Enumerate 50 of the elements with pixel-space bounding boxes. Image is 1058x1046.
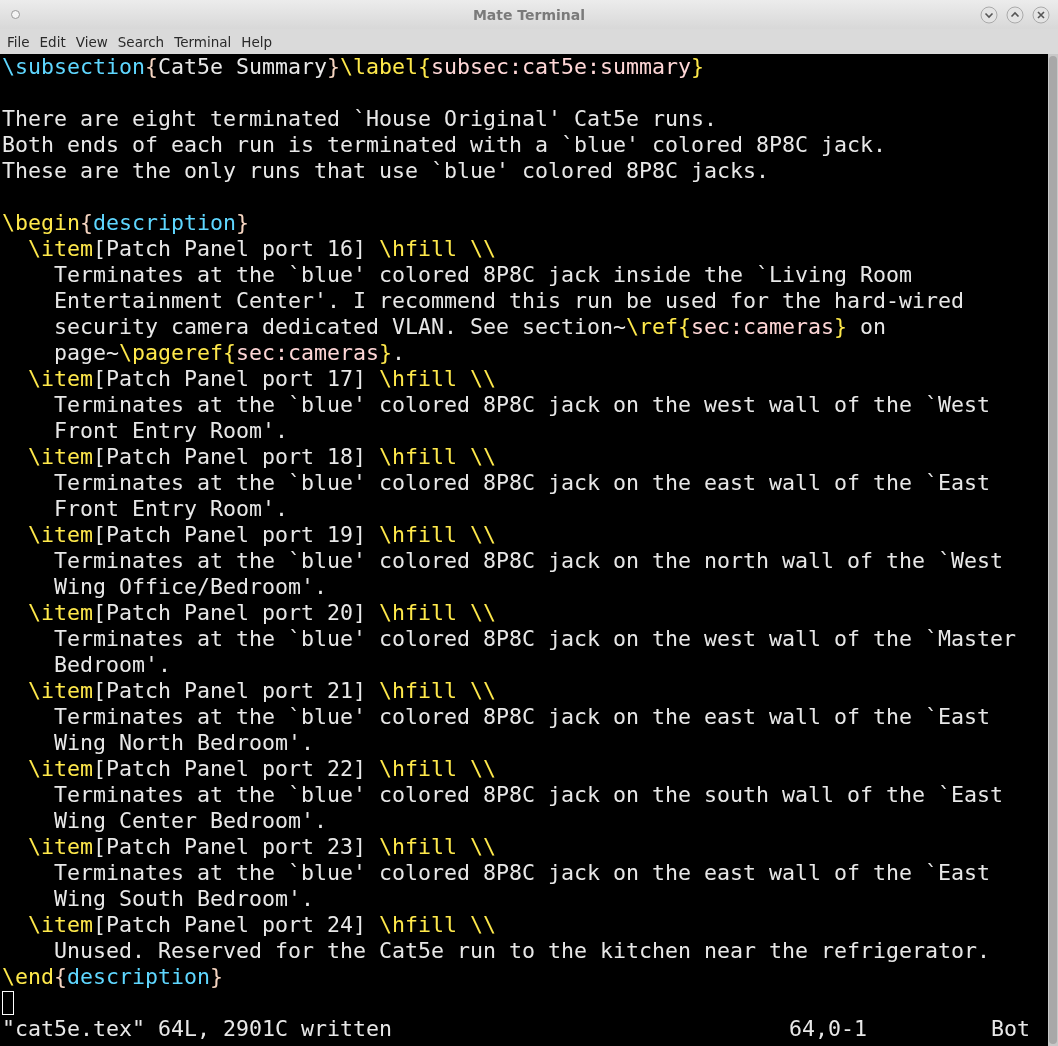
code-line: There are eight terminated `House Original' Cat5e runs. bbox=[2, 106, 718, 132]
close-icon[interactable] bbox=[1032, 5, 1050, 24]
scroll-position: Bot bbox=[991, 1016, 1031, 1042]
code-line: Wing North Bedroom'. bbox=[54, 730, 314, 756]
menu-item[interactable]: Terminal bbox=[169, 31, 237, 52]
code-line: \item[Patch Panel port 24] \hfill \\ bbox=[28, 912, 497, 938]
code-line: \subsection{Cat5e Summary}\label{subsec:cat5e:summary} bbox=[2, 54, 705, 80]
code-line: Wing Office/Bedroom'. bbox=[54, 574, 327, 600]
code-line: page~\pageref{sec:cameras}. bbox=[54, 340, 406, 366]
code-line: These are the only runs that use `blue' colored 8P8C jacks. bbox=[2, 158, 770, 184]
code-line: \item[Patch Panel port 22] \hfill \\ bbox=[28, 756, 497, 782]
code-line: \item[Patch Panel port 19] \hfill \\ bbox=[28, 522, 497, 548]
code-line: \item[Patch Panel port 17] \hfill \\ bbox=[28, 366, 497, 392]
code-line: Terminates at the `blue' colored 8P8C jack inside the `Living Room bbox=[54, 262, 913, 288]
window-menu-icon[interactable] bbox=[11, 10, 20, 19]
code-line: Wing Center Bedroom'. bbox=[54, 808, 327, 834]
code-line: Front Entry Room'. bbox=[54, 496, 288, 522]
code-line: Unused. Reserved for the Cat5e run to the kitchen near the refrigerator. bbox=[54, 938, 991, 964]
code-line: Front Entry Room'. bbox=[54, 418, 288, 444]
code-line: Wing South Bedroom'. bbox=[54, 886, 314, 912]
code-line: \item[Patch Panel port 18] \hfill \\ bbox=[28, 444, 497, 470]
minimize-icon[interactable] bbox=[980, 5, 998, 24]
code-line: \item[Patch Panel port 23] \hfill \\ bbox=[28, 834, 497, 860]
maximize-icon[interactable] bbox=[1006, 5, 1024, 24]
menu-item[interactable]: Search bbox=[112, 31, 170, 52]
code-line: Terminates at the `blue' colored 8P8C jack on the east wall of the `East bbox=[54, 704, 991, 730]
window-title: Mate Terminal bbox=[472, 6, 586, 23]
code-line: \item[Patch Panel port 20] \hfill \\ bbox=[28, 600, 497, 626]
code-line: \end{description} bbox=[2, 964, 224, 990]
code-line: \item[Patch Panel port 21] \hfill \\ bbox=[28, 678, 497, 704]
code-line: Entertainment Center'. I recommend this run be used for the hard-wired bbox=[54, 288, 965, 314]
scrollbar[interactable] bbox=[1048, 54, 1058, 1046]
code-line: Terminates at the `blue' colored 8P8C jack on the west wall of the `West bbox=[54, 392, 991, 418]
code-line: security camera dedicated VLAN. See section~\ref{sec:cameras} on bbox=[54, 314, 887, 340]
code-line: Terminates at the `blue' colored 8P8C jack on the south wall of the `East bbox=[54, 782, 1004, 808]
code-line: \item[Patch Panel port 16] \hfill \\ bbox=[28, 236, 497, 262]
cursor-position: 64,0-1 bbox=[789, 1016, 867, 1042]
code-line: Bedroom'. bbox=[54, 652, 171, 678]
menu-item[interactable]: Help bbox=[236, 31, 278, 52]
code-line: Terminates at the `blue' colored 8P8C jack on the west wall of the `Master bbox=[54, 626, 1017, 652]
code-line: \begin{description} bbox=[2, 210, 250, 236]
text-cursor bbox=[2, 991, 14, 1015]
menu-item[interactable]: File bbox=[2, 31, 35, 52]
code-line: Terminates at the `blue' colored 8P8C jack on the east wall of the `East bbox=[54, 860, 991, 886]
status-message: "cat5e.tex" 64L, 2901C written bbox=[2, 1016, 393, 1042]
menu-item[interactable]: View bbox=[70, 31, 113, 52]
code-line: Both ends of each run is terminated with a `blue' colored 8P8C jack. bbox=[2, 132, 887, 158]
menu-item[interactable]: Edit bbox=[34, 31, 71, 52]
code-line: Terminates at the `blue' colored 8P8C jack on the north wall of the `West bbox=[54, 548, 1004, 574]
code-line: Terminates at the `blue' colored 8P8C jack on the east wall of the `East bbox=[54, 470, 991, 496]
